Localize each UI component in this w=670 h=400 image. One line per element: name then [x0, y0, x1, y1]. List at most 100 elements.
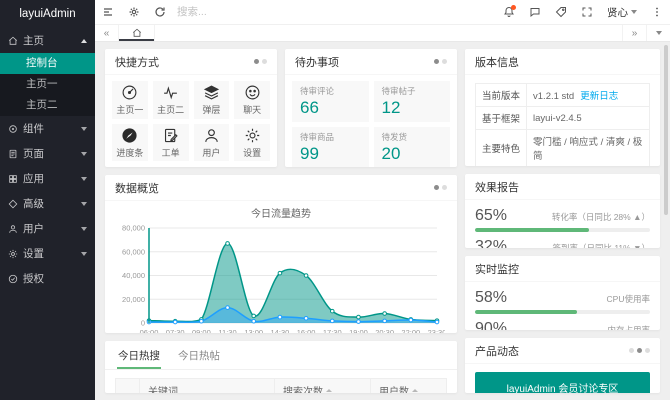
carousel-dot[interactable]	[254, 59, 259, 64]
sidebar-item-home1[interactable]: 主页一	[0, 74, 95, 95]
shortcut-ticket[interactable]: 工单	[153, 124, 189, 162]
svg-text:16:00: 16:00	[297, 328, 316, 333]
sidebar-item-label: 用户	[23, 221, 44, 236]
svg-text:20,000: 20,000	[122, 295, 145, 304]
member-forum-button[interactable]: layuiAdmin 会员讨论专区	[475, 372, 650, 393]
scrollbar-thumb[interactable]	[664, 45, 668, 215]
sidebar-item-components[interactable]: 组件	[0, 116, 95, 141]
top-cards-row: 快捷方式 主页一 主页二	[105, 49, 457, 167]
shortcut-home1[interactable]: 主页一	[112, 81, 148, 119]
caret-down-icon	[81, 127, 87, 131]
user-menu[interactable]: 贤心	[600, 0, 644, 25]
menu-collapse-button[interactable]	[95, 0, 121, 25]
sidebar-item-auth[interactable]: 授权	[0, 266, 95, 291]
shortcut-chat[interactable]: 聊天	[234, 81, 270, 119]
metric-label: CPU使用率	[607, 293, 650, 305]
carousel-dots	[434, 185, 447, 190]
todo-label: 待发货	[382, 131, 443, 143]
svg-text:23:30: 23:30	[428, 328, 445, 333]
caret-down-icon	[631, 10, 637, 14]
sidebar-item-home2[interactable]: 主页二	[0, 95, 95, 116]
user-icon	[203, 127, 220, 144]
tabbar: « »	[95, 25, 670, 42]
carousel-dot[interactable]	[637, 348, 642, 353]
shortcut-progress[interactable]: 进度条	[112, 124, 148, 162]
shortcut-label: 主页一	[116, 103, 143, 116]
carousel-dots	[434, 59, 447, 64]
refresh-button[interactable]	[147, 0, 173, 25]
sidebar-item-console[interactable]: 控制台	[0, 53, 95, 74]
home-icon	[8, 36, 18, 46]
table-header-row: 关键词 搜索次数 用户数	[116, 379, 447, 394]
messages-button[interactable]	[522, 0, 548, 25]
version-value: 零门槛 / 响应式 / 清爽 / 极简	[527, 130, 650, 167]
tag-button[interactable]	[548, 0, 574, 25]
card-title: 数据概览	[115, 180, 159, 196]
card-header: 数据概览	[105, 175, 457, 201]
progress-bar	[475, 310, 650, 314]
users-column-header[interactable]: 用户数	[371, 379, 447, 394]
card-title: 效果报告	[475, 179, 519, 195]
sidebar-item-label: 应用	[23, 171, 44, 186]
shortcut-label: 主页二	[157, 103, 184, 116]
notifications-button[interactable]	[496, 0, 522, 25]
svg-text:09:00: 09:00	[192, 328, 211, 333]
card-header: 版本信息	[465, 49, 660, 75]
svg-text:13:00: 13:00	[244, 328, 263, 333]
todo-pending-posts: 待审帖子 12	[374, 81, 451, 122]
todo-label: 待审商品	[300, 131, 361, 143]
tabs-menu-button[interactable]	[646, 25, 670, 41]
metric-value: 90%	[475, 320, 507, 330]
todo-pending-shipments: 待发货 20	[374, 127, 451, 167]
searches-column-header[interactable]: 搜索次数	[275, 379, 371, 394]
sidebar-item-senior[interactable]: 高级	[0, 191, 95, 216]
sort-icon[interactable]	[412, 389, 418, 393]
theme-button[interactable]	[121, 0, 147, 25]
tab-hot-search[interactable]: 今日热搜	[117, 341, 161, 369]
sidebar-item-home[interactable]: 主页	[0, 28, 95, 53]
checkin-metric: 32% 签到率（日同比 11% ▼）	[475, 238, 650, 248]
sidebar-item-settings[interactable]: 设置	[0, 241, 95, 266]
tabs-scroll-right-button[interactable]: »	[622, 25, 646, 41]
shortcut-layer[interactable]: 弹层	[194, 81, 230, 119]
sidebar-item-pages[interactable]: 页面	[0, 141, 95, 166]
todo-value: 20	[382, 144, 443, 164]
username: 贤心	[607, 5, 628, 20]
shortcut-settings[interactable]: 设置	[234, 124, 270, 162]
progress-fill	[475, 228, 589, 232]
product-news-card: 产品动态 layuiAdmin 会员讨论专区	[465, 338, 660, 393]
carousel-dot[interactable]	[262, 59, 267, 64]
sort-icon[interactable]	[326, 389, 332, 393]
carousel-dot[interactable]	[434, 59, 439, 64]
version-row: 基于框架 layui-v2.4.5	[476, 107, 650, 130]
carousel-dot[interactable]	[442, 59, 447, 64]
carousel-dot[interactable]	[442, 185, 447, 190]
more-button[interactable]	[644, 0, 670, 25]
changelog-link[interactable]: 更新日志	[580, 91, 618, 102]
shortcut-user[interactable]: 用户	[194, 124, 230, 162]
carousel-dot[interactable]	[434, 185, 439, 190]
pages-icon	[8, 149, 18, 159]
shortcut-home2[interactable]: 主页二	[153, 81, 189, 119]
fullscreen-button[interactable]	[574, 0, 600, 25]
sidebar-item-user[interactable]: 用户	[0, 216, 95, 241]
memory-metric: 90% 内存占用率	[475, 320, 650, 330]
tab-hot-posts[interactable]: 今日热帖	[177, 341, 221, 369]
version-label: 当前版本	[476, 84, 527, 107]
sidebar-item-apps[interactable]: 应用	[0, 166, 95, 191]
tab-home[interactable]	[119, 25, 155, 41]
svg-text:40,000: 40,000	[122, 271, 145, 280]
carousel-dot[interactable]	[645, 348, 650, 353]
carousel-dot[interactable]	[629, 348, 634, 353]
menu-spread-icon	[102, 6, 114, 18]
search-input[interactable]	[177, 6, 297, 18]
pulse-icon	[162, 84, 179, 101]
todo-value: 66	[300, 98, 361, 118]
auth-check-icon	[8, 274, 18, 284]
effect-report-card: 效果报告 65% 转化率（日同比 28% ▲） 32%	[465, 174, 660, 248]
fullscreen-icon	[581, 6, 593, 18]
main-area: 贤心 « »	[95, 0, 670, 400]
user-icon	[8, 224, 18, 234]
tabs-scroll-left-button[interactable]: «	[95, 25, 119, 41]
version-label: 基于框架	[476, 107, 527, 130]
